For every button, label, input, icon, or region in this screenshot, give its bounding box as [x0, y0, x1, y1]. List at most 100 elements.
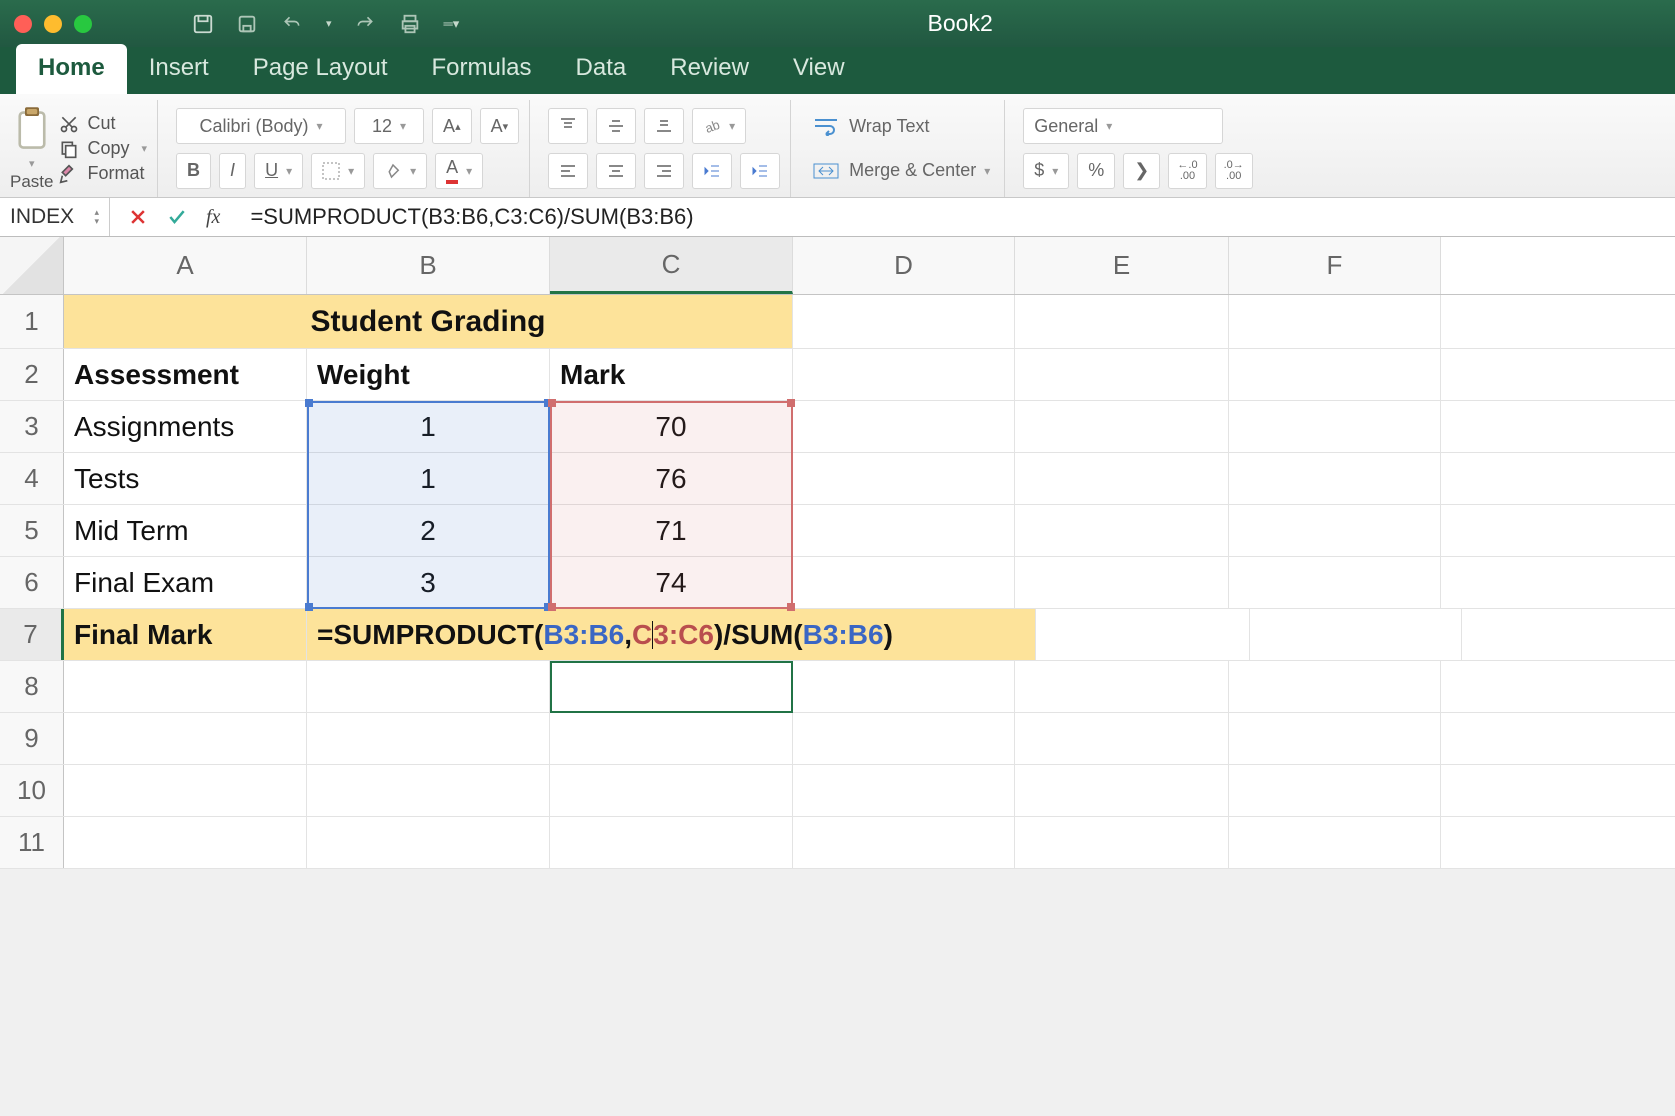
row-9: 9: [0, 713, 1675, 765]
col-header-b[interactable]: B: [307, 237, 550, 294]
select-all-corner[interactable]: [0, 237, 64, 294]
cell-a7[interactable]: Final Mark: [64, 609, 307, 660]
align-top-button[interactable]: [548, 108, 588, 144]
row-header-9[interactable]: 9: [0, 713, 64, 764]
confirm-formula-icon[interactable]: [166, 207, 188, 227]
italic-button[interactable]: I: [219, 153, 246, 189]
outdent-icon: [703, 162, 721, 180]
wrap-text-button[interactable]: Wrap Text: [809, 108, 933, 144]
row-header-8[interactable]: 8: [0, 661, 64, 712]
cell-c4[interactable]: 76: [550, 453, 793, 504]
row-header-11[interactable]: 11: [0, 817, 64, 868]
name-box[interactable]: INDEX ▴▾: [0, 198, 110, 236]
cell-b5[interactable]: 2: [307, 505, 550, 556]
col-header-d[interactable]: D: [793, 237, 1015, 294]
cell-c5[interactable]: 71: [550, 505, 793, 556]
percent-button[interactable]: %: [1077, 153, 1115, 189]
wrap-icon: [813, 116, 839, 136]
currency-button[interactable]: $: [1023, 153, 1069, 189]
close-window-button[interactable]: [14, 15, 32, 33]
font-size-select[interactable]: 12: [354, 108, 424, 144]
minimize-window-button[interactable]: [44, 15, 62, 33]
formula-bar-row: INDEX ▴▾ fx =SUMPRODUCT(B3:B6,C3:C6)/SUM…: [0, 198, 1675, 237]
cell-b2[interactable]: Weight: [307, 349, 550, 400]
redo-icon[interactable]: [354, 14, 376, 34]
comma-button[interactable]: ❯: [1123, 153, 1160, 189]
print-icon[interactable]: [398, 13, 422, 35]
cell-title[interactable]: Student Grading: [64, 295, 793, 348]
fill-color-button[interactable]: [373, 153, 427, 189]
paste-icon[interactable]: [11, 105, 53, 155]
col-header-f[interactable]: F: [1229, 237, 1441, 294]
increase-indent-button[interactable]: [740, 153, 780, 189]
cell-c3[interactable]: 70: [550, 401, 793, 452]
cut-button[interactable]: Cut: [59, 113, 147, 134]
align-center-button[interactable]: [596, 153, 636, 189]
fx-icon[interactable]: fx: [206, 206, 220, 229]
align-right-button[interactable]: [644, 153, 684, 189]
formula-bar-input[interactable]: =SUMPRODUCT(B3:B6,C3:C6)/SUM(B3:B6): [238, 204, 1675, 230]
align-left-button[interactable]: [548, 153, 588, 189]
cell-c6[interactable]: 74: [550, 557, 793, 608]
copy-button[interactable]: Copy▾: [59, 138, 147, 159]
number-format-select[interactable]: General: [1023, 108, 1223, 144]
col-header-c[interactable]: C: [550, 237, 793, 294]
cell-b6[interactable]: 3: [307, 557, 550, 608]
cell-a4[interactable]: Tests: [64, 453, 307, 504]
orientation-button[interactable]: ab: [692, 108, 746, 144]
paste-dropdown-icon[interactable]: ▾: [29, 157, 35, 170]
maximize-window-button[interactable]: [74, 15, 92, 33]
row-header-7[interactable]: 7: [0, 609, 64, 660]
col-header-a[interactable]: A: [64, 237, 307, 294]
cancel-formula-icon[interactable]: [128, 207, 148, 227]
window-controls: [14, 15, 92, 33]
font-name-select[interactable]: Calibri (Body): [176, 108, 346, 144]
font-color-button[interactable]: A: [435, 153, 483, 189]
cell-a6[interactable]: Final Exam: [64, 557, 307, 608]
underline-button[interactable]: U: [254, 153, 303, 189]
decrease-decimal-button[interactable]: .0→.00: [1215, 153, 1253, 189]
row-header-4[interactable]: 4: [0, 453, 64, 504]
merge-center-button[interactable]: Merge & Center: [809, 153, 994, 189]
cell-a2[interactable]: Assessment: [64, 349, 307, 400]
row-header-1[interactable]: 1: [0, 295, 64, 348]
format-painter-button[interactable]: Format: [59, 163, 147, 184]
cell-b4[interactable]: 1: [307, 453, 550, 504]
cell-c2[interactable]: Mark: [550, 349, 793, 400]
tab-review[interactable]: Review: [648, 44, 771, 94]
cell-f1[interactable]: [1229, 295, 1441, 348]
cell-b7-formula[interactable]: =SUMPRODUCT(B3:B6,C3:C6)/SUM(B3:B6): [307, 609, 1036, 660]
row-6: 6 Final Exam 3 74: [0, 557, 1675, 609]
align-middle-button[interactable]: [596, 108, 636, 144]
bold-button[interactable]: B: [176, 153, 211, 189]
increase-decimal-button[interactable]: ←.0.00: [1168, 153, 1206, 189]
tab-view[interactable]: View: [771, 44, 867, 94]
cell-a5[interactable]: Mid Term: [64, 505, 307, 556]
save-icon[interactable]: [192, 13, 214, 35]
row-8: 8: [0, 661, 1675, 713]
cell-b3[interactable]: 1: [307, 401, 550, 452]
row-header-3[interactable]: 3: [0, 401, 64, 452]
row-header-10[interactable]: 10: [0, 765, 64, 816]
tab-insert[interactable]: Insert: [127, 44, 231, 94]
border-button[interactable]: [311, 153, 365, 189]
save-alt-icon[interactable]: [236, 13, 258, 35]
font-group: Calibri (Body) 12 A▴ A▾ B I U A: [166, 100, 530, 197]
increase-font-button[interactable]: A▴: [432, 108, 472, 144]
col-header-e[interactable]: E: [1015, 237, 1229, 294]
row-header-6[interactable]: 6: [0, 557, 64, 608]
cell-a3[interactable]: Assignments: [64, 401, 307, 452]
wrap-merge-group: Wrap Text Merge & Center: [799, 100, 1005, 197]
tab-formulas[interactable]: Formulas: [410, 44, 554, 94]
cell-e1[interactable]: [1015, 295, 1229, 348]
row-header-2[interactable]: 2: [0, 349, 64, 400]
row-header-5[interactable]: 5: [0, 505, 64, 556]
cell-d1[interactable]: [793, 295, 1015, 348]
undo-icon[interactable]: [280, 14, 304, 34]
tab-data[interactable]: Data: [554, 44, 649, 94]
tab-home[interactable]: Home: [16, 44, 127, 94]
align-bottom-button[interactable]: [644, 108, 684, 144]
decrease-font-button[interactable]: A▾: [480, 108, 520, 144]
decrease-indent-button[interactable]: [692, 153, 732, 189]
tab-page-layout[interactable]: Page Layout: [231, 44, 410, 94]
